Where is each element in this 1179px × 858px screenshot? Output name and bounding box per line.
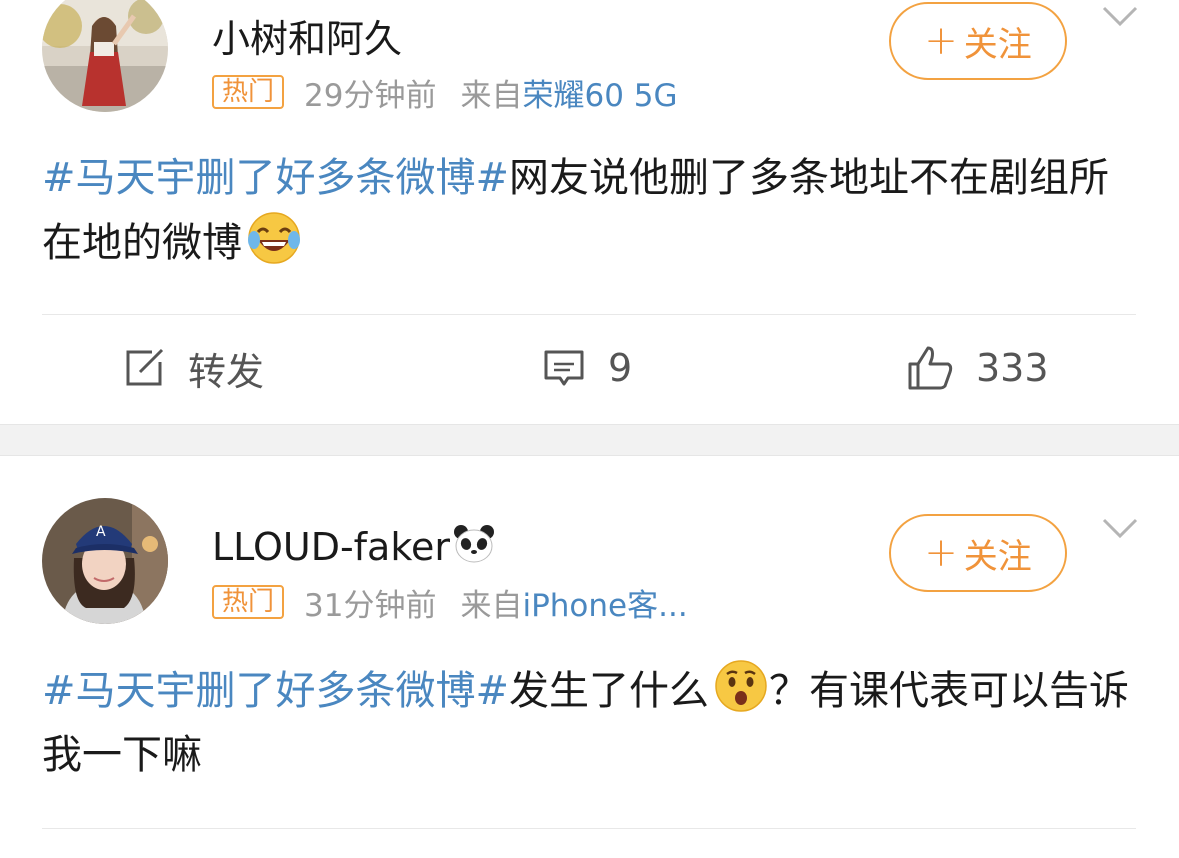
post-meta: 热门 31分钟前 来自 iPhone客... bbox=[212, 584, 688, 624]
laughing-tears-emoji-icon bbox=[248, 212, 300, 264]
follow-button[interactable]: + 关注 bbox=[889, 514, 1067, 592]
post-meta: 热门 29分钟前 来自 荣耀60 5G bbox=[212, 74, 678, 114]
post-time: 29分钟前 bbox=[304, 77, 437, 114]
hot-badge: 热门 bbox=[212, 75, 285, 109]
avatar[interactable] bbox=[42, 0, 168, 112]
panda-icon bbox=[454, 525, 495, 563]
username[interactable]: 小树和阿久 bbox=[212, 8, 402, 63]
repost-button[interactable]: 转发 bbox=[122, 336, 264, 400]
post-actions: 转发 9 333 bbox=[0, 336, 1179, 400]
comment-count: 9 bbox=[608, 346, 633, 390]
hashtag-link[interactable]: #马天宇删了好多条微博# bbox=[42, 155, 509, 201]
like-count: 333 bbox=[976, 346, 1049, 390]
svg-text:A: A bbox=[96, 524, 106, 540]
plus-icon: + bbox=[924, 18, 958, 64]
repost-label: 转发 bbox=[188, 349, 265, 394]
hot-badge: 热门 bbox=[212, 585, 285, 619]
source-device[interactable]: 荣耀60 5G bbox=[522, 70, 677, 115]
comment-icon bbox=[544, 350, 584, 386]
post-content: #马天宇删了好多条微博#发生了什么 ？有课代表可以告诉我一下嘛 bbox=[42, 658, 1142, 787]
avatar[interactable]: A bbox=[42, 498, 168, 624]
divider bbox=[42, 314, 1136, 315]
post-text: 发生了什么 bbox=[509, 668, 710, 714]
like-button[interactable]: 333 bbox=[906, 336, 1049, 400]
follow-label: 关注 bbox=[963, 536, 1032, 577]
source-prefix: 来自 bbox=[460, 587, 523, 624]
weibo-post-1: 小树和阿久 热门 29分钟前 来自 荣耀60 5G + 关注 #马天宇删了好多条… bbox=[0, 0, 1179, 424]
chevron-down-icon[interactable] bbox=[1100, 2, 1140, 30]
feed-separator bbox=[0, 424, 1179, 456]
plus-icon: + bbox=[924, 530, 958, 576]
hashtag-link[interactable]: #马天宇删了好多条微博# bbox=[42, 668, 509, 714]
source-device[interactable]: iPhone客... bbox=[522, 580, 687, 625]
weibo-post-2: A LLOUD-faker 热门 31分钟前 来自 iPhone客... + 关… bbox=[0, 456, 1179, 858]
comment-button[interactable]: 9 bbox=[542, 336, 632, 400]
follow-label: 关注 bbox=[963, 24, 1032, 65]
follow-button[interactable]: + 关注 bbox=[889, 2, 1067, 80]
source-prefix: 来自 bbox=[460, 77, 523, 114]
post-time: 31分钟前 bbox=[304, 587, 437, 624]
surprised-emoji-icon bbox=[715, 660, 767, 712]
thumbs-up-icon bbox=[908, 346, 953, 390]
chevron-down-icon[interactable] bbox=[1100, 514, 1140, 542]
repost-icon bbox=[126, 348, 164, 386]
username[interactable]: LLOUD-faker bbox=[212, 522, 496, 569]
divider bbox=[42, 828, 1136, 829]
post-content: #马天宇删了好多条微博#网友说他删了多条地址不在剧组所在地的微博 bbox=[42, 146, 1142, 275]
